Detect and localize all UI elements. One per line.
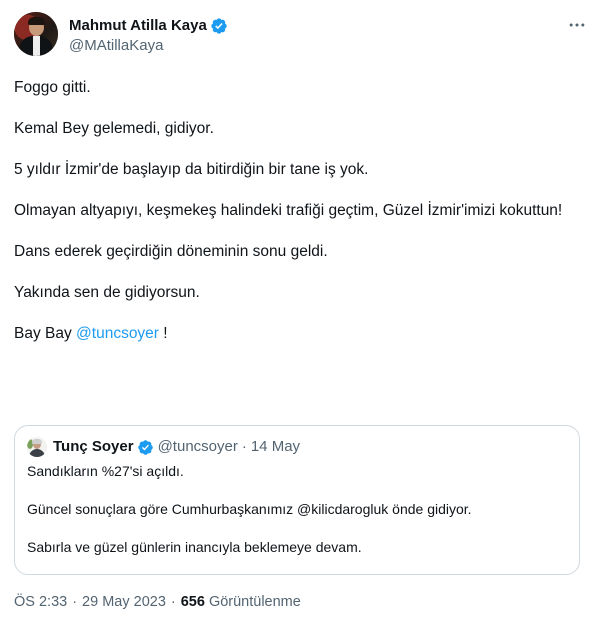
separator-dot: ·: [170, 594, 176, 610]
tweet-header: Mahmut Atilla Kaya @MAtillaKaya: [14, 12, 590, 60]
tweet-paragraph-last: Bay Bay @tuncsoyer !: [14, 323, 584, 345]
quoted-author-name: Tunç Soyer: [53, 438, 134, 455]
mention-link[interactable]: @tuncsoyer: [76, 325, 159, 342]
author-name[interactable]: Mahmut Atilla Kaya: [69, 16, 207, 36]
quoted-author-avatar: [27, 437, 47, 457]
tweet-text-suffix: !: [158, 325, 168, 342]
verified-badge-icon: [211, 18, 227, 34]
tweet-card: Mahmut Atilla Kaya @MAtillaKaya Foggo gi…: [0, 0, 604, 624]
quoted-author-handle: @tuncsoyer: [157, 438, 238, 455]
separator-dot: ·: [72, 594, 78, 610]
more-options-button[interactable]: [564, 12, 590, 38]
views-label: Görüntülenme: [208, 594, 301, 610]
tweet-meta: ÖS 2:33 · 29 May 2023 · 656 Görüntülenme: [14, 592, 301, 612]
author-names: Mahmut Atilla Kaya @MAtillaKaya: [69, 12, 228, 60]
quoted-paragraph: Sandıkların %27'si açıldı.: [27, 463, 184, 479]
quoted-tweet-header: Tunç Soyer @tuncsoyer · 14 May: [27, 437, 567, 457]
tweet-paragraph: Olmayan altyapıyı, keşmekeş halindeki tr…: [14, 202, 563, 219]
more-options-icon: [569, 23, 585, 27]
tweet-paragraph: Kemal Bey gelemedi, gidiyor.: [14, 120, 214, 137]
quoted-tweet-text: Sandıkların %27'si açıldı. Güncel sonuçl…: [27, 462, 567, 557]
verified-badge-icon: [137, 439, 153, 455]
separator-dot: ·: [241, 438, 247, 455]
tweet-paragraph: 5 yıldır İzmir'de başlayıp da bitirdiğin…: [14, 161, 369, 178]
quoted-tweet-date: 14 May: [250, 438, 301, 455]
quoted-paragraph: Güncel sonuçlara göre Cumhurbaşkanımız @…: [27, 501, 472, 517]
quoted-tweet[interactable]: Tunç Soyer @tuncsoyer · 14 May Sandıklar…: [14, 425, 580, 575]
tweet-date[interactable]: 29 May 2023: [82, 592, 166, 612]
tweet-paragraph: Yakında sen de gidiyorsun.: [14, 284, 200, 301]
tweet-text: Foggo gitti. Kemal Bey gelemedi, gidiyor…: [14, 77, 584, 364]
tweet-paragraph: Foggo gitti.: [14, 79, 91, 96]
views-count: 656: [180, 594, 205, 610]
tweet-paragraph: Dans ederek geçirdiğin döneminin sonu ge…: [14, 243, 328, 260]
tweet-text-prefix: Bay Bay: [14, 325, 77, 342]
tweet-time[interactable]: ÖS 2:33: [14, 592, 67, 612]
author-avatar[interactable]: [14, 12, 58, 56]
quoted-paragraph: Sabırla ve güzel günlerin inancıyla bekl…: [27, 539, 362, 555]
author-handle[interactable]: @MAtillaKaya: [69, 36, 228, 56]
